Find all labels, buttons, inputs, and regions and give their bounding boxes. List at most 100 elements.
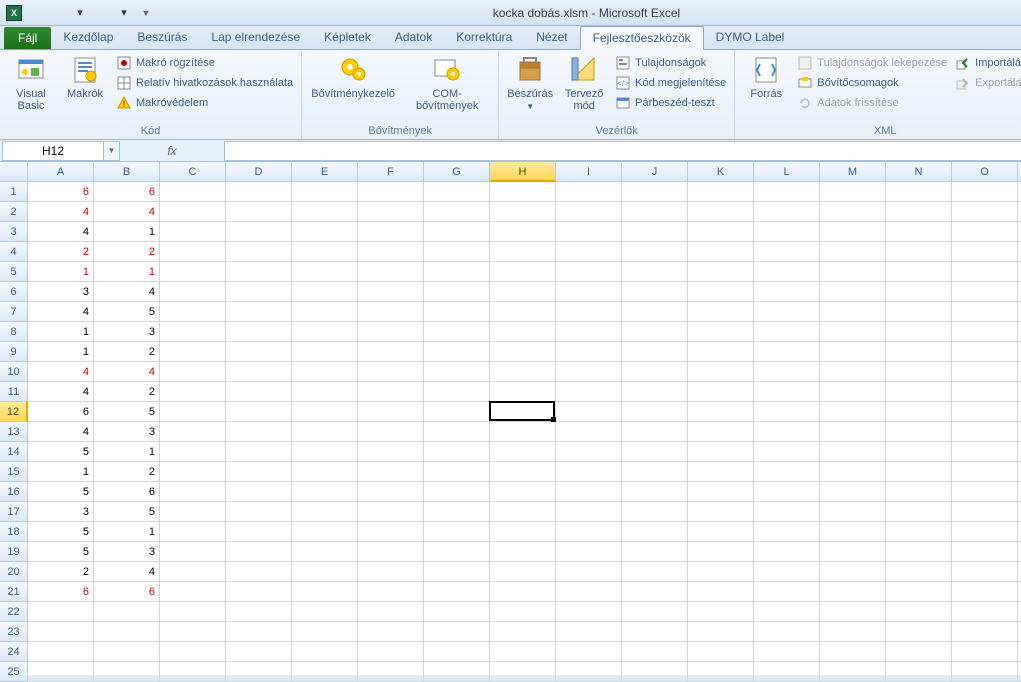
cell-I1[interactable] <box>556 182 622 202</box>
row-header-4[interactable]: 4 <box>0 242 28 262</box>
cell-O21[interactable] <box>952 582 1018 602</box>
cell-E20[interactable] <box>292 562 358 582</box>
col-header-I[interactable]: I <box>556 162 622 182</box>
cell-B4[interactable]: 2 <box>94 242 160 262</box>
row-header-18[interactable]: 18 <box>0 522 28 542</box>
cell-B7[interactable]: 5 <box>94 302 160 322</box>
cell-I14[interactable] <box>556 442 622 462</box>
cell-K12[interactable] <box>688 402 754 422</box>
cell-D2[interactable] <box>226 202 292 222</box>
row-header-10[interactable]: 10 <box>0 362 28 382</box>
cell-F6[interactable] <box>358 282 424 302</box>
cell-I25[interactable] <box>556 662 622 682</box>
cell-I15[interactable] <box>556 462 622 482</box>
cell-L3[interactable] <box>754 222 820 242</box>
cell-D8[interactable] <box>226 322 292 342</box>
cell-N1[interactable] <box>886 182 952 202</box>
cell-M6[interactable] <box>820 282 886 302</box>
excel-app-icon[interactable]: X <box>4 3 24 23</box>
cell-A14[interactable]: 5 <box>28 442 94 462</box>
cell-N24[interactable] <box>886 642 952 662</box>
cell-G24[interactable] <box>424 642 490 662</box>
cell-A17[interactable]: 3 <box>28 502 94 522</box>
cell-E8[interactable] <box>292 322 358 342</box>
cell-D7[interactable] <box>226 302 292 322</box>
cell-N15[interactable] <box>886 462 952 482</box>
cell-I20[interactable] <box>556 562 622 582</box>
cell-F1[interactable] <box>358 182 424 202</box>
cell-M22[interactable] <box>820 602 886 622</box>
row-header-12[interactable]: 12 <box>0 402 28 422</box>
cell-E1[interactable] <box>292 182 358 202</box>
cell-F5[interactable] <box>358 262 424 282</box>
cell-L17[interactable] <box>754 502 820 522</box>
row-header-6[interactable]: 6 <box>0 282 28 302</box>
cell-N14[interactable] <box>886 442 952 462</box>
cell-G8[interactable] <box>424 322 490 342</box>
cell-F8[interactable] <box>358 322 424 342</box>
design-mode-button[interactable]: Tervező mód <box>559 52 609 114</box>
cell-G16[interactable] <box>424 482 490 502</box>
addins-button[interactable]: Bővítménykezelő <box>308 52 398 102</box>
cell-H1[interactable] <box>490 182 556 202</box>
cell-E13[interactable] <box>292 422 358 442</box>
cell-M18[interactable] <box>820 522 886 542</box>
cell-A25[interactable] <box>28 662 94 682</box>
cell-E18[interactable] <box>292 522 358 542</box>
cell-H2[interactable] <box>490 202 556 222</box>
cell-M4[interactable] <box>820 242 886 262</box>
row-header-2[interactable]: 2 <box>0 202 28 222</box>
cell-L20[interactable] <box>754 562 820 582</box>
cell-E12[interactable] <box>292 402 358 422</box>
cell-C14[interactable] <box>160 442 226 462</box>
cell-I21[interactable] <box>556 582 622 602</box>
cell-O3[interactable] <box>952 222 1018 242</box>
cell-J13[interactable] <box>622 422 688 442</box>
cell-B2[interactable]: 4 <box>94 202 160 222</box>
col-header-E[interactable]: E <box>292 162 358 182</box>
cell-A15[interactable]: 1 <box>28 462 94 482</box>
cell-L25[interactable] <box>754 662 820 682</box>
cell-E23[interactable] <box>292 622 358 642</box>
cell-G11[interactable] <box>424 382 490 402</box>
cell-H10[interactable] <box>490 362 556 382</box>
cell-N16[interactable] <box>886 482 952 502</box>
cell-D1[interactable] <box>226 182 292 202</box>
cell-L9[interactable] <box>754 342 820 362</box>
fx-label[interactable]: fx <box>160 144 184 158</box>
cell-D23[interactable] <box>226 622 292 642</box>
col-header-D[interactable]: D <box>226 162 292 182</box>
tab-fejlesztőeszközök[interactable]: Fejlesztőeszközök <box>580 26 704 50</box>
cell-L1[interactable] <box>754 182 820 202</box>
cell-M14[interactable] <box>820 442 886 462</box>
cell-I3[interactable] <box>556 222 622 242</box>
cell-C18[interactable] <box>160 522 226 542</box>
cell-E14[interactable] <box>292 442 358 462</box>
cell-F3[interactable] <box>358 222 424 242</box>
cell-N18[interactable] <box>886 522 952 542</box>
cell-K4[interactable] <box>688 242 754 262</box>
cell-E2[interactable] <box>292 202 358 222</box>
cell-C13[interactable] <box>160 422 226 442</box>
cell-O9[interactable] <box>952 342 1018 362</box>
view-code-button[interactable]: </>Kód megjelenítése <box>613 74 728 92</box>
com-addins-button[interactable]: COM-bővítmények <box>402 52 492 114</box>
cell-G10[interactable] <box>424 362 490 382</box>
cell-C4[interactable] <box>160 242 226 262</box>
cell-N6[interactable] <box>886 282 952 302</box>
cell-D16[interactable] <box>226 482 292 502</box>
cell-A7[interactable]: 4 <box>28 302 94 322</box>
cell-L12[interactable] <box>754 402 820 422</box>
cell-O25[interactable] <box>952 662 1018 682</box>
cell-D12[interactable] <box>226 402 292 422</box>
cell-F19[interactable] <box>358 542 424 562</box>
cell-M16[interactable] <box>820 482 886 502</box>
cell-E5[interactable] <box>292 262 358 282</box>
cell-O6[interactable] <box>952 282 1018 302</box>
cell-D6[interactable] <box>226 282 292 302</box>
cell-D17[interactable] <box>226 502 292 522</box>
cell-A8[interactable]: 1 <box>28 322 94 342</box>
cell-O20[interactable] <box>952 562 1018 582</box>
cell-I10[interactable] <box>556 362 622 382</box>
cell-F10[interactable] <box>358 362 424 382</box>
